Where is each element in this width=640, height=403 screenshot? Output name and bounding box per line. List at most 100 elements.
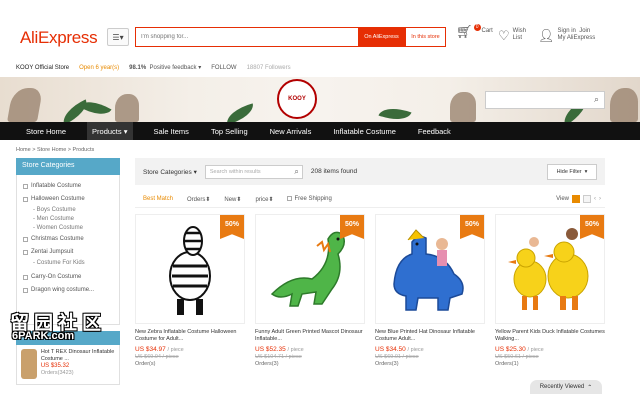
category-item[interactable]: Halloween Costume <box>23 193 115 206</box>
category-item[interactable]: Dragon wing costume... <box>23 284 115 297</box>
account-link[interactable]: 👤︎ Sign in Join My AliExpress <box>538 28 595 42</box>
next-page-icon[interactable]: › <box>599 196 601 202</box>
banner-search-input[interactable]: ⌕ <box>485 91 605 109</box>
subcategory-label: Women Costume <box>36 225 83 231</box>
chevron-down-icon: ▾ <box>584 168 588 175</box>
store-logo[interactable]: KOOY <box>277 79 317 119</box>
grid-view-button[interactable] <box>572 195 580 203</box>
search-input[interactable] <box>136 28 358 46</box>
product-name[interactable]: Yellow Parent Kids Duck Inflatable Costu… <box>495 329 605 343</box>
signin-label[interactable]: Sign in <box>558 28 576 34</box>
recently-viewed-tab[interactable]: Recently Viewed ⌃ <box>530 380 602 394</box>
category-item[interactable]: Carry-On Costume <box>23 271 115 284</box>
recommend-thumbnail[interactable] <box>21 349 37 379</box>
sort-orders[interactable]: Orders⬍ <box>187 196 210 203</box>
recommend-name[interactable]: Hot T REX Dinosaur Inflatable Costume ..… <box>41 349 115 363</box>
nav-item-products[interactable]: Products ▾ <box>87 122 133 140</box>
banner-dinosaur-mid <box>115 94 139 122</box>
subcategory-item[interactable]: - Costume For Kids <box>23 259 115 268</box>
product-image[interactable]: 50% <box>135 214 245 324</box>
hamburger-icon: ☰▾ <box>112 32 124 42</box>
free-shipping-label: Free Shipping <box>294 196 332 203</box>
expand-box-icon[interactable] <box>23 250 28 255</box>
expand-box-icon[interactable] <box>23 288 28 293</box>
wishlist-link[interactable]: ♡ Wish List <box>498 28 535 42</box>
nav-item-sale-items[interactable]: Sale Items <box>153 122 190 140</box>
sort-price-label: price <box>255 196 269 203</box>
sort-bar: Best Match Orders⬍ New⬍ price⬍ Free Ship… <box>135 191 605 208</box>
sort-arrow-icon: ⬍ <box>236 196 242 203</box>
expand-box-icon[interactable] <box>23 237 28 242</box>
store-categories-heading: Store Categories <box>16 158 120 175</box>
category-item[interactable]: Inflatable Costume <box>23 180 115 193</box>
product-name[interactable]: New Blue Printed Hat Dinosaur Inflatable… <box>375 329 485 343</box>
product-card[interactable]: 50% Yellow Parent Kids Duck Inflatable C… <box>495 214 605 367</box>
banner-leaf <box>78 94 112 122</box>
search-all-button[interactable]: On AliExpress <box>358 28 405 46</box>
category-item[interactable]: Christmas Costume <box>23 233 115 246</box>
subcategory-item[interactable]: - Women Costume <box>23 224 115 233</box>
category-label: Zentai Jumpsuit <box>31 249 74 255</box>
product-image[interactable]: 50% <box>495 214 605 324</box>
breadcrumb[interactable]: Home > Store Home > Products <box>16 147 94 153</box>
search-icon[interactable]: ⌕ <box>594 94 599 105</box>
search-box: On AliExpress In this store <box>135 27 446 47</box>
expand-box-icon[interactable] <box>23 275 28 280</box>
category-menu-button[interactable]: ☰▾ <box>107 28 129 46</box>
store-name[interactable]: KOOY Official Store <box>16 65 69 71</box>
free-shipping-checkbox[interactable] <box>287 195 293 201</box>
nav-item-top-selling[interactable]: Top Selling <box>210 122 249 140</box>
expand-box-icon[interactable] <box>23 197 28 202</box>
join-label[interactable]: Join <box>579 28 590 34</box>
category-item[interactable]: Zentai Jumpsuit <box>23 246 115 259</box>
product-name[interactable]: New Zebra Inflatable Costume Halloween C… <box>135 329 245 343</box>
original-price: US $104.71 / piece <box>255 354 302 360</box>
sort-price[interactable]: price⬍ <box>255 196 273 203</box>
account-label: Sign in Join My AliExpress <box>558 28 596 42</box>
product-name[interactable]: Funny Adult Green Printed Mascot Dinosau… <box>255 329 365 343</box>
product-card[interactable]: 50% New Blue Printed Hat Dinosaur Inflat… <box>375 214 485 367</box>
category-label: Christmas Costume <box>31 236 84 242</box>
product-price: US $34.97 / piece <box>135 346 245 353</box>
product-image[interactable]: 50% <box>255 214 365 324</box>
banner-leaf <box>378 102 412 122</box>
sort-new[interactable]: New⬍ <box>224 196 241 203</box>
expand-box-icon[interactable] <box>23 184 28 189</box>
nav-item-feedback[interactable]: Feedback <box>417 122 452 140</box>
hide-filter-button[interactable]: Hide Filter ▾ <box>547 163 597 180</box>
search-store-button[interactable]: In this store <box>405 28 445 46</box>
category-label: Dragon wing costume... <box>31 287 95 293</box>
price-value: US $34.97 <box>135 346 166 353</box>
subcategory-item[interactable]: - Men Costume <box>23 215 115 224</box>
user-icon: 👤︎ <box>538 27 555 43</box>
price-unit: / piece <box>287 347 304 353</box>
chevron-down-icon: ▾ <box>123 126 128 136</box>
product-orders: Orders(3) <box>255 361 279 367</box>
feedback-percent: 98.1% <box>129 65 147 71</box>
original-price: US $50.61 / piece <box>495 354 539 360</box>
aliexpress-logo[interactable]: AliExpress <box>20 28 98 48</box>
product-card[interactable]: 50% New Zebra Inflatable Costume Hallowe… <box>135 214 245 367</box>
nav-item-store-home[interactable]: Store Home <box>25 122 67 140</box>
list-view-button[interactable] <box>583 195 591 203</box>
wishlist-label: Wish List <box>512 28 526 41</box>
sort-best-match[interactable]: Best Match <box>143 196 173 202</box>
free-shipping-filter[interactable]: Free Shipping <box>287 195 332 203</box>
my-aliexpress-label[interactable]: My AliExpress <box>558 35 596 41</box>
original-price: US $69.01 / piece <box>375 354 419 360</box>
cart-link[interactable]: 🛒︎ 0 Cart <box>456 24 493 38</box>
search-icon[interactable]: ⌕ <box>294 167 298 177</box>
prev-page-icon[interactable]: ‹ <box>594 196 596 202</box>
sort-arrow-icon: ⬍ <box>205 196 211 203</box>
subcategory-item[interactable]: - Boys Costume <box>23 206 115 215</box>
product-image[interactable]: 50% <box>375 214 485 324</box>
store-categories-dropdown[interactable]: Store Categories ▾ <box>143 168 197 176</box>
nav-item-new-arrivals[interactable]: New Arrivals <box>269 122 313 140</box>
search-within-input[interactable]: Search within results ⌕ <box>204 164 303 179</box>
recently-viewed-label: Recently Viewed <box>539 384 585 390</box>
site-header: AliExpress ☰▾ On AliExpress In this stor… <box>0 0 640 58</box>
product-card[interactable]: 50% Funny Adult Green Printed Mascot Din… <box>255 214 365 367</box>
nav-item-inflatable-costume[interactable]: Inflatable Costume <box>332 122 397 140</box>
recommend-item[interactable]: Hot T REX Dinosaur Inflatable Costume ..… <box>16 345 120 385</box>
follow-button[interactable]: FOLLOW <box>211 65 236 71</box>
